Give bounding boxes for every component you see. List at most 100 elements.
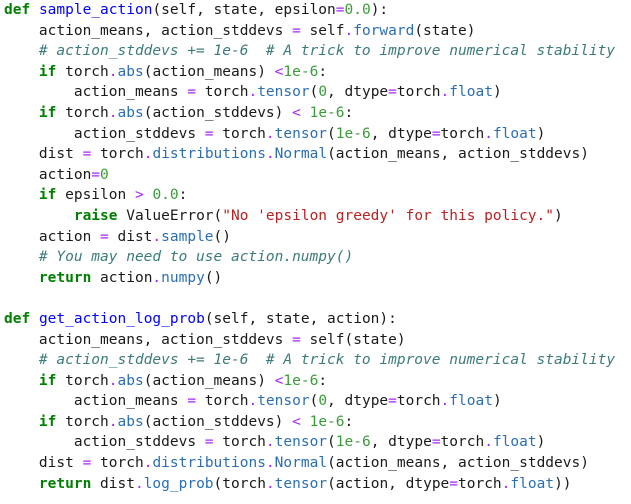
code-token: = <box>100 228 109 245</box>
code-token: sample <box>161 228 214 245</box>
code-token: : <box>178 187 188 204</box>
code-token: < <box>292 104 301 121</box>
code-token: (action, dtype <box>327 475 450 492</box>
code-token: . <box>108 413 118 430</box>
code-token: ( <box>309 393 319 410</box>
code-line: action_means = torch.tensor(0, dtype=tor… <box>4 391 631 412</box>
code-line: if torch.abs(action_stddevs) < 1e-6: <box>4 103 631 124</box>
code-line: # action_stddevs += 1e-6 # A trick to im… <box>4 41 631 62</box>
code-token: ) <box>536 125 546 142</box>
code-token: . <box>484 125 493 142</box>
code-line: # You may need to use action.numpy() <box>4 247 631 268</box>
code-token: < <box>292 413 301 430</box>
code-line: action_means, action_stddevs = self(stat… <box>4 330 631 351</box>
code-token: . <box>108 63 118 80</box>
code-line: action = dist.sample() <box>4 227 631 248</box>
code-token: = <box>204 434 214 451</box>
code-token: return <box>38 269 92 286</box>
code-token: numpy <box>161 269 205 286</box>
code-token: dist <box>108 228 153 245</box>
code-token: torch <box>440 434 485 451</box>
code-token: action_means <box>4 393 188 410</box>
code-token: 0 <box>318 393 328 410</box>
code-line: raise ValueError("No 'epsilon greedy' fo… <box>4 206 631 227</box>
code-token: if <box>38 187 57 204</box>
code-token: () <box>204 269 223 286</box>
code-token: if <box>38 413 57 430</box>
code-token: torch <box>91 146 144 163</box>
code-token: torch <box>213 125 266 142</box>
code-token: 1e-6 <box>309 104 345 121</box>
code-token: . <box>248 84 258 101</box>
code-token: raise <box>73 207 118 224</box>
code-token: self <box>300 22 345 39</box>
code-line: action_stddevs = torch.tensor(1e-6, dtyp… <box>4 124 631 145</box>
code-token: action <box>91 269 153 286</box>
code-token: = <box>449 475 459 492</box>
code-token: = <box>292 331 301 348</box>
code-token: log_prob <box>143 475 214 492</box>
code-token: 1e-6 <box>335 434 371 451</box>
code-token: distributions <box>152 146 266 163</box>
code-token: "No 'epsilon greedy' for this policy." <box>222 207 554 224</box>
code-token: : <box>344 413 354 430</box>
code-token: . <box>248 393 258 410</box>
code-token: # You may need to use action.numpy() <box>4 249 354 266</box>
code-token: self(state) <box>300 331 406 348</box>
code-line: # action_stddevs += 1e-6 # A trick to im… <box>4 350 631 371</box>
code-token: abs <box>117 104 144 121</box>
code-token: = <box>82 146 92 163</box>
code-token: dist <box>4 146 83 163</box>
code-token: torch <box>396 84 441 101</box>
code-token: forward <box>353 22 415 39</box>
code-token: . <box>440 84 450 101</box>
code-line: action_stddevs = torch.tensor(1e-6, dtyp… <box>4 432 631 453</box>
code-token: Normal <box>274 146 328 163</box>
code-token: torch <box>196 84 249 101</box>
code-token: = <box>431 125 441 142</box>
code-token: . <box>484 434 493 451</box>
code-token: . <box>265 434 275 451</box>
code-token: tensor <box>257 393 310 410</box>
code-token: . <box>265 475 275 492</box>
code-token: () <box>213 228 232 245</box>
code-token: = <box>335 2 345 18</box>
code-line: return action.numpy() <box>4 268 631 289</box>
code-token: torch <box>213 434 266 451</box>
code-token: , dtype <box>370 125 432 142</box>
code-token: float <box>510 475 555 492</box>
code-line: action_means = torch.tensor(0, dtype=tor… <box>4 82 631 103</box>
code-token: def <box>4 2 31 18</box>
code-line: def get_action_log_prob(self, state, act… <box>4 309 631 330</box>
code-token: def <box>4 310 31 327</box>
code-token: dist <box>4 455 83 472</box>
code-token: = <box>292 22 301 39</box>
code-token: tensor <box>274 125 328 142</box>
code-token: 0.0 <box>344 2 371 18</box>
code-line: if epsilon > 0.0: <box>4 185 631 206</box>
code-token: 1e-6 <box>283 63 319 80</box>
code-token: 1e-6 <box>309 413 345 430</box>
code-token: (action_stddevs) <box>143 104 293 121</box>
code-token: torch <box>396 393 441 410</box>
code-token: # action_stddevs += 1e-6 # A trick to im… <box>4 43 616 60</box>
code-token: = <box>388 393 397 410</box>
code-token: . <box>440 393 450 410</box>
code-token: abs <box>117 63 144 80</box>
code-token: : <box>318 63 328 80</box>
code-token: (action_stddevs) <box>143 413 293 430</box>
code-token: abs <box>117 372 144 389</box>
code-token: if <box>38 104 57 121</box>
code-token: , dtype <box>327 393 389 410</box>
code-token: ( <box>309 84 319 101</box>
code-token: tensor <box>274 434 328 451</box>
code-token: (action_means, action_stddevs) <box>327 455 589 472</box>
